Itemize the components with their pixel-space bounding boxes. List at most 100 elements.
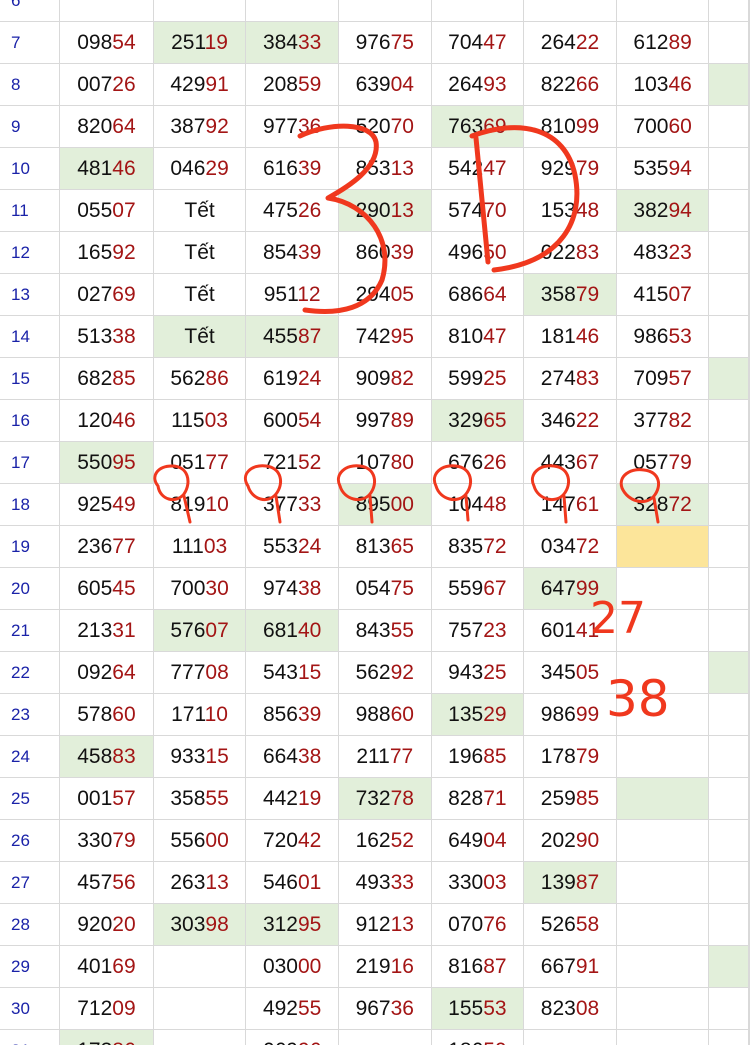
result-cell[interactable]: 15553 [430,987,525,1030]
result-cell[interactable]: 13529 [430,693,525,736]
result-cell[interactable]: 61289 [615,21,710,64]
result-cell[interactable]: 81365 [337,525,432,568]
result-cell[interactable] [152,0,247,22]
result-cell[interactable] [708,483,749,526]
result-cell[interactable]: 90982 [337,357,432,400]
result-cell[interactable] [615,903,710,946]
result-cell[interactable]: 05779 [615,441,710,484]
result-cell[interactable]: 44219 [245,777,339,820]
result-cell[interactable] [615,987,710,1030]
result-cell[interactable] [430,0,525,22]
result-cell[interactable]: 44367 [523,441,617,484]
result-cell[interactable]: 49333 [337,861,432,904]
result-cell[interactable]: 98860 [337,693,432,736]
row-number[interactable]: 28 [0,903,61,946]
result-cell[interactable]: 51338 [59,315,154,358]
result-cell[interactable]: 02283 [523,231,617,274]
result-cell[interactable]: 66791 [523,945,617,988]
result-cell[interactable]: 47526 [245,189,339,232]
result-cell[interactable]: 55324 [245,525,339,568]
result-cell[interactable]: 45756 [59,861,154,904]
result-cell[interactable]: 23677 [59,525,154,568]
result-cell[interactable]: 57470 [430,189,525,232]
result-cell[interactable]: 61639 [245,147,339,190]
result-cell[interactable]: 26422 [523,21,617,64]
result-cell[interactable]: 33003 [430,861,525,904]
result-cell[interactable] [708,945,749,988]
result-cell[interactable]: 49255 [245,987,339,1030]
result-cell[interactable]: 70447 [430,21,525,64]
result-cell[interactable]: 06996 [245,1029,339,1045]
result-cell[interactable]: 19685 [430,735,525,778]
result-cell[interactable]: 05177 [152,441,247,484]
result-cell[interactable]: 72152 [245,441,339,484]
result-cell[interactable]: 70060 [615,105,710,148]
result-cell[interactable]: 32965 [430,399,525,442]
result-cell[interactable]: 85313 [337,147,432,190]
result-cell[interactable] [708,987,749,1030]
result-cell[interactable]: 82266 [523,63,617,106]
result-cell[interactable] [615,1029,710,1045]
result-cell[interactable]: 98699 [523,693,617,736]
row-number[interactable]: 19 [0,525,61,568]
result-cell[interactable]: 96736 [337,987,432,1030]
result-cell[interactable] [615,567,710,610]
row-number[interactable]: 23 [0,693,61,736]
edge-cell[interactable] [748,819,750,862]
result-cell[interactable]: 74295 [337,315,432,358]
edge-cell[interactable] [748,231,750,274]
row-number[interactable]: 14 [0,315,61,358]
result-cell[interactable]: 20290 [523,819,617,862]
row-number[interactable]: 31 [0,1029,61,1045]
edge-cell[interactable] [748,567,750,610]
result-cell[interactable]: 45883 [59,735,154,778]
result-cell[interactable] [152,987,247,1030]
result-cell[interactable]: 11503 [152,399,247,442]
result-cell[interactable]: 82871 [430,777,525,820]
result-cell[interactable]: 14761 [523,483,617,526]
result-cell[interactable]: 77708 [152,651,247,694]
row-number[interactable]: 7 [0,21,61,64]
result-cell[interactable]: Tết [152,189,247,232]
result-cell[interactable]: 68140 [245,609,339,652]
result-cell[interactable]: 68664 [430,273,525,316]
result-cell[interactable] [152,945,247,988]
result-cell[interactable]: 64799 [523,567,617,610]
result-cell[interactable] [708,609,749,652]
result-cell[interactable]: 40169 [59,945,154,988]
result-cell[interactable]: 03000 [245,945,339,988]
result-cell[interactable] [337,0,432,22]
result-cell[interactable] [615,609,710,652]
result-cell[interactable]: 05507 [59,189,154,232]
result-cell[interactable]: 27483 [523,357,617,400]
result-cell[interactable]: 04629 [152,147,247,190]
result-cell[interactable] [245,0,339,22]
row-number[interactable]: 18 [0,483,61,526]
result-cell[interactable] [708,189,749,232]
result-cell[interactable]: 57860 [59,693,154,736]
result-cell[interactable]: 86039 [337,231,432,274]
edge-cell[interactable] [748,399,750,442]
row-number[interactable]: 13 [0,273,61,316]
result-cell[interactable]: 34505 [523,651,617,694]
result-cell[interactable] [615,0,710,22]
result-cell[interactable]: 13987 [523,861,617,904]
result-cell[interactable]: 37782 [615,399,710,442]
edge-cell[interactable] [748,525,750,568]
result-cell[interactable]: 25119 [152,21,247,64]
result-cell[interactable]: 17386 [59,1029,154,1045]
result-cell[interactable]: Tết [152,231,247,274]
result-cell[interactable]: 76369 [430,105,525,148]
result-cell[interactable]: 56286 [152,357,247,400]
result-cell[interactable]: 55095 [59,441,154,484]
result-cell[interactable] [708,399,749,442]
result-cell[interactable]: Tết [152,273,247,316]
result-cell[interactable]: 97675 [337,21,432,64]
result-cell[interactable]: 21916 [337,945,432,988]
result-cell[interactable]: 75723 [430,609,525,652]
result-cell[interactable]: 18650 [430,1029,525,1045]
result-cell[interactable]: 72042 [245,819,339,862]
result-cell[interactable]: 09854 [59,21,154,64]
result-cell[interactable]: 92979 [523,147,617,190]
result-cell[interactable]: 38294 [615,189,710,232]
